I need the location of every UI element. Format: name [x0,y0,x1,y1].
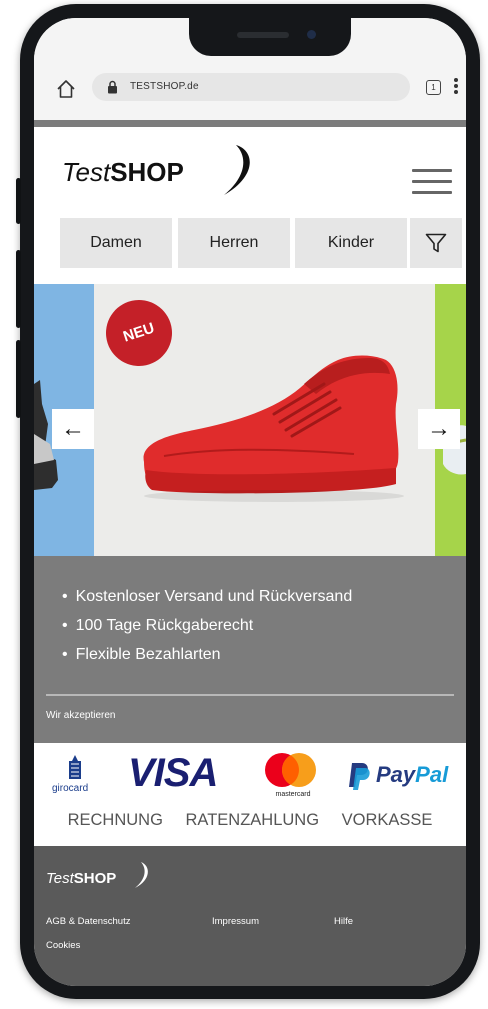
payment-method-ratenzahlung: RATENZAHLUNG [185,811,320,829]
carousel-next-button[interactable]: → [418,409,460,449]
footer-swoosh-icon [135,862,148,888]
phone-notch [189,18,351,56]
footer-link-hilfe[interactable]: Hilfe [334,916,353,927]
product-carousel: NEU ← → [34,284,466,556]
benefits-section: Kostenloser Versand und Rückversand 100 … [34,556,466,743]
red-sneaker-image [143,355,404,502]
girocard-logo: girocard [52,753,100,803]
shop-logo[interactable]: TestSHOP [62,157,184,188]
benefit-item: Kostenloser Versand und Rückversand [62,588,353,606]
visa-logo: VISA [128,751,218,795]
footer-logo-shop: SHOP [73,870,117,887]
tab-switcher-button[interactable]: 1 [426,80,441,95]
paypal-wordmark: PayPal [376,762,448,788]
footer: TestSHOP AGB & Datenschutz Impressum Hil… [34,846,466,986]
menu-icon[interactable] [412,169,452,194]
tab-herren[interactable]: Herren [178,218,290,268]
payment-accept-label: Wir akzeptieren [46,710,116,721]
logo-text-test: Test [62,157,111,187]
payment-methods: girocard VISA mastercard PayPal RECHNUNG… [34,743,466,846]
logo-swoosh-icon [224,145,250,195]
filter-icon [425,233,447,253]
footer-link-impressum[interactable]: Impressum [212,916,259,927]
footer-link-agb[interactable]: AGB & Datenschutz [46,916,130,927]
footer-logo-test: Test [46,870,74,887]
paypal-pal: Pal [415,762,449,787]
mastercard-label: mastercard [275,791,311,798]
divider [46,694,454,696]
paypal-pay: Pay [376,762,416,787]
phone-side-button [16,340,21,418]
tab-kinder[interactable]: Kinder [295,218,407,268]
payment-method-rechnung: RECHNUNG [67,811,163,829]
phone-screen: TESTSHOP.de 1 TestSHOP Damen Herren Kind… [34,18,466,986]
carousel-prev-button[interactable]: ← [52,409,94,449]
mastercard-circles-icon [265,753,316,787]
benefit-item: 100 Tage Rückgaberecht [62,617,254,635]
category-nav: Damen Herren Kinder [34,215,466,271]
girocard-label: girocard [52,783,89,794]
footer-link-cookies[interactable]: Cookies [46,940,80,951]
home-icon[interactable] [56,79,76,99]
benefit-item: Flexible Bezahlarten [62,646,221,664]
shop-header: TestSHOP [34,127,466,215]
header-stripe [34,120,466,127]
payment-method-list: RECHNUNG RATENZAHLUNG VORKASSE [34,811,466,830]
front-camera [307,30,316,39]
mastercard-logo: mastercard [258,751,322,803]
paypal-icon [349,763,370,790]
logo-text-shop: SHOP [110,157,184,187]
speaker-grille [237,32,289,38]
footer-logo[interactable]: TestSHOP [46,870,116,887]
phone-side-button [16,250,21,328]
url-text: TESTSHOP.de [130,81,199,92]
girocard-icon [69,755,81,779]
payment-method-vorkasse: VORKASSE [341,811,433,829]
browser-menu-icon[interactable] [453,77,459,97]
lock-icon [108,80,117,94]
phone-side-button [16,178,21,224]
product-slide[interactable]: NEU [94,284,435,556]
address-bar[interactable]: TESTSHOP.de [92,73,410,101]
filter-button[interactable] [410,218,462,268]
tab-damen[interactable]: Damen [60,218,172,268]
